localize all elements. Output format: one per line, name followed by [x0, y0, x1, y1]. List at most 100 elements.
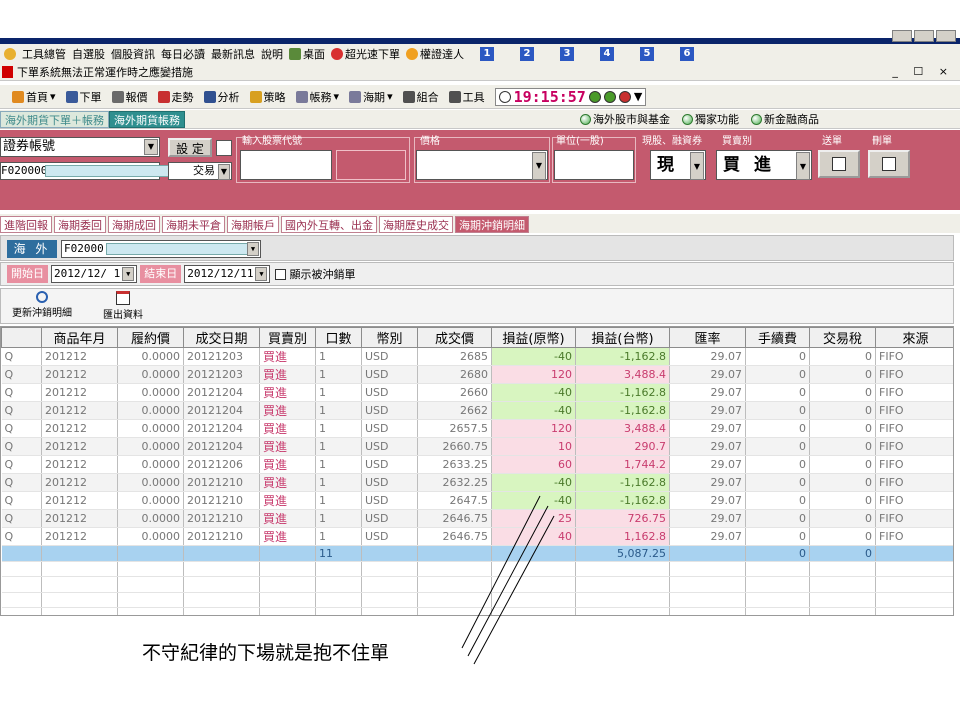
toolbar-order[interactable]: 下單	[65, 89, 102, 105]
status-green-icon[interactable]	[588, 90, 601, 103]
menu-item-news[interactable]: 最新訊息	[211, 46, 255, 62]
column-header[interactable]: 商品年月	[41, 327, 118, 348]
table-cell: 0.0000	[117, 473, 184, 492]
tab-advanced-report[interactable]: 進階回報	[0, 216, 52, 233]
toolbar-trend[interactable]: 走勢	[157, 89, 194, 105]
chevron-down-icon[interactable]: ▼	[690, 152, 704, 180]
column-header[interactable]: 損益(原幣)	[491, 327, 576, 348]
quick-button-6[interactable]: 6	[680, 46, 694, 61]
column-header[interactable]: 來源	[875, 327, 953, 348]
table-row[interactable]: Q 201212 0.0000 20121204 買進 1 USD 2660.75 10 290.…	[1, 437, 953, 456]
column-header[interactable]: 損益(台幣)	[575, 327, 670, 348]
column-header[interactable]: 口數	[315, 327, 362, 348]
column-header[interactable]: 成交日期	[183, 327, 260, 348]
account-number-field[interactable]: F020000	[0, 162, 185, 180]
toolbar-quote[interactable]: 報價	[111, 89, 148, 105]
table-row[interactable]: Q 201212 0.0000 20121210 買進 1 USD 2647.5 -40 -1,1…	[1, 491, 953, 510]
send-order-button[interactable]	[818, 150, 860, 178]
table-row[interactable]: Q 201212 0.0000 20121210 買進 1 USD 2632.25 -40 -1,…	[1, 473, 953, 492]
column-header[interactable]: 匯率	[669, 327, 746, 348]
export-button[interactable]: 匯出資料	[93, 291, 153, 321]
quick-button-3[interactable]: 3	[560, 46, 574, 61]
table-row[interactable]: Q 201212 0.0000 20121206 買進 1 USD 2633.25 60 1,74…	[1, 455, 953, 474]
column-header[interactable]: 買賣別	[259, 327, 316, 348]
table-row[interactable]: Q 201212 0.0000 20121210 買進 1 USD 2646.75 25 726.…	[1, 509, 953, 528]
menu-item-stock-info[interactable]: 個股資訊	[111, 46, 155, 62]
menu-item-help[interactable]: 說明	[261, 46, 283, 62]
tab-futures-orders[interactable]: 海期委回	[54, 216, 106, 233]
side-select[interactable]: 買 進 ▼	[716, 150, 812, 180]
status-red-icon[interactable]	[618, 90, 631, 103]
link-exclusive[interactable]: 獨家功能	[682, 111, 739, 127]
tab-history-fills[interactable]: 海期歷史成交	[379, 216, 453, 233]
column-header[interactable]: 成交價	[417, 327, 492, 348]
toolbar-home[interactable]: 首頁 ▾	[12, 89, 56, 105]
table-row[interactable]: Q 201212 0.0000 20121203 買進 1 USD 2680 120 3,488.…	[1, 365, 953, 384]
account-select[interactable]: 證券帳號 ▼	[0, 137, 160, 157]
menu-item-daily-read[interactable]: 每日必讀	[161, 46, 205, 62]
tab-futures-account[interactable]: 海外期貨帳務	[109, 110, 185, 128]
refresh-button[interactable]: 更新沖銷明細	[7, 291, 77, 319]
mdi-controls[interactable]: _ ☐ ×	[892, 65, 954, 78]
tab-offset-details[interactable]: 海期沖銷明細	[455, 216, 529, 233]
unit-input[interactable]	[554, 150, 634, 180]
status-green-icon-2[interactable]	[603, 90, 616, 103]
table-row[interactable]: Q 201212 0.0000 20121210 買進 1 USD 2646.75 40 1,16…	[1, 527, 953, 546]
column-header[interactable]: 履約價	[117, 327, 184, 348]
toolbar-account[interactable]: 帳務 ▾	[295, 89, 339, 105]
toolbar-futures[interactable]: 海期 ▾	[349, 89, 393, 105]
link-new-products[interactable]: 新金融商品	[751, 111, 819, 127]
menu-item-watchlist[interactable]: 自選股	[72, 46, 105, 62]
column-header[interactable]: 交易稅	[809, 327, 876, 348]
chevron-down-icon[interactable]: ▼	[796, 152, 810, 180]
column-header[interactable]: 手續費	[745, 327, 810, 348]
tab-futures-order-account[interactable]: 海外期貨下單＋帳務	[0, 110, 109, 128]
quick-button-4[interactable]: 4	[600, 46, 614, 61]
notice-link[interactable]: 下單系統無法正常運作時之應變措施	[17, 64, 193, 80]
quick-button-2[interactable]: 2	[520, 46, 534, 61]
price-input[interactable]: ▼	[416, 150, 548, 180]
quick-button-5[interactable]: 5	[640, 46, 654, 61]
maximize-button[interactable]	[914, 30, 934, 42]
tab-transfer[interactable]: 國內外互轉、出金	[281, 216, 377, 233]
toolbar-strategy[interactable]: 策略	[249, 89, 286, 105]
link-overseas-stock[interactable]: 海外股市與基金	[580, 111, 670, 127]
toolbar-tools[interactable]: 工具	[448, 89, 485, 105]
chevron-down-icon[interactable]: ▼	[532, 152, 546, 180]
column-header[interactable]	[1, 327, 42, 348]
table-row[interactable]: Q 201212 0.0000 20121204 買進 1 USD 2657.5 120 3,48…	[1, 419, 953, 438]
minimize-button[interactable]	[892, 30, 912, 42]
cash-type-select[interactable]: 現 ▼	[650, 150, 706, 180]
chevron-down-icon[interactable]: ▼	[218, 164, 230, 180]
close-button[interactable]	[936, 30, 956, 42]
quick-button-1[interactable]: 1	[480, 46, 494, 61]
menu-item-warrant[interactable]: 權證達人	[406, 46, 464, 62]
start-date-field[interactable]: 2012/12/ 1 ▼	[51, 265, 138, 283]
market-account-select[interactable]: F02000 ▼	[61, 240, 261, 258]
menu-item-desktop[interactable]: 桌面	[289, 46, 325, 62]
trade-type-select[interactable]: 交易 ▼	[168, 162, 232, 180]
table-row[interactable]: Q 201212 0.0000 20121203 買進 1 USD 2685 -40 -1,162…	[1, 347, 953, 366]
set-button[interactable]: 設 定	[168, 138, 212, 157]
chevron-down-icon[interactable]: ▼	[122, 267, 135, 281]
settings-icon[interactable]	[216, 140, 232, 156]
show-offset-checkbox[interactable]	[275, 268, 287, 280]
toolbar-combo[interactable]: 組合	[402, 89, 439, 105]
chevron-down-icon[interactable]: ▼	[247, 242, 259, 256]
table-row[interactable]: Q 201212 0.0000 20121204 買進 1 USD 2662 -40 -1,162…	[1, 401, 953, 420]
toolbar-analysis[interactable]: 分析	[203, 89, 240, 105]
chevron-down-icon[interactable]: ▼	[144, 139, 158, 155]
delete-order-button[interactable]	[868, 150, 910, 178]
table-cell: Q	[1, 419, 42, 438]
chevron-down-icon[interactable]: ▼	[255, 267, 268, 281]
stock-code-input[interactable]	[240, 150, 332, 180]
table-row[interactable]: Q 201212 0.0000 20121204 買進 1 USD 2660 -40 -1,162…	[1, 383, 953, 402]
tab-futures-account[interactable]: 海期帳戶	[227, 216, 279, 233]
chevron-down-icon[interactable]: ▼	[634, 90, 642, 103]
tab-futures-fills[interactable]: 海期成回	[108, 216, 160, 233]
tab-open-positions[interactable]: 海期未平倉	[162, 216, 225, 233]
menu-item-fast-order[interactable]: 超光速下單	[331, 46, 400, 62]
end-date-field[interactable]: 2012/12/11 ▼	[184, 265, 271, 283]
column-header[interactable]: 幣別	[361, 327, 418, 348]
menu-item-tools[interactable]: 工具總管	[22, 46, 66, 62]
